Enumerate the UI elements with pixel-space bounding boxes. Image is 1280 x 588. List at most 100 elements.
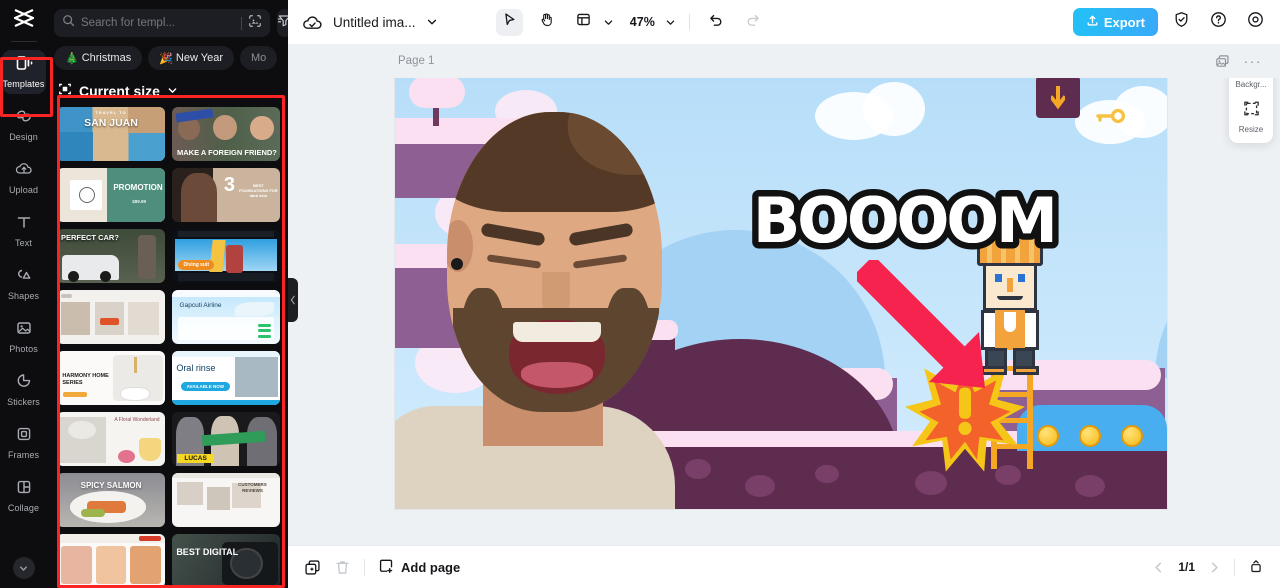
add-square-icon bbox=[378, 558, 394, 577]
template-thumbnail[interactable] bbox=[57, 534, 165, 588]
thumb-title: A Floral Wonderland bbox=[114, 417, 160, 424]
collage-grid-icon bbox=[15, 479, 33, 500]
sidebar-item-design[interactable]: Design bbox=[2, 103, 46, 147]
template-thumbnail[interactable]: Diving suit bbox=[172, 229, 280, 283]
scene-key bbox=[1095, 108, 1126, 131]
capcut-logo-icon[interactable] bbox=[12, 8, 36, 32]
page-label: Page 1 bbox=[398, 55, 435, 67]
template-thumbnail[interactable]: A Floral Wonderland bbox=[57, 412, 165, 466]
present-icon bbox=[1251, 560, 1261, 573]
resize-tool[interactable]: Resize bbox=[1229, 100, 1273, 134]
current-size-dropdown[interactable]: Current size bbox=[47, 70, 288, 107]
chip-christmas[interactable]: 🎄 Christmas bbox=[54, 46, 143, 70]
artboard[interactable]: BOOOOM BOOOOM bbox=[395, 78, 1167, 509]
sidebar-item-shapes[interactable]: Shapes bbox=[2, 262, 46, 306]
chip-label: New Year bbox=[175, 52, 224, 64]
duplicate-image-icon[interactable] bbox=[1215, 54, 1230, 69]
zoom-chevron-down-icon[interactable] bbox=[665, 17, 676, 28]
left-rail: Templates Design Upload Text Shapes Phot… bbox=[0, 0, 47, 588]
template-thumbnail[interactable]: MAKE A FOREIGN FRIEND? bbox=[172, 107, 280, 161]
image-search-icon[interactable] bbox=[248, 14, 262, 33]
export-label: Export bbox=[1103, 14, 1145, 30]
template-thumbnail[interactable]: HARMONY HOME SERIES bbox=[57, 351, 165, 405]
template-thumbnail[interactable]: Oral rinse AVAILABLE NOW bbox=[172, 351, 280, 405]
undo-button[interactable] bbox=[703, 9, 730, 36]
rail-expand-button[interactable] bbox=[12, 557, 35, 579]
more-dots-icon[interactable]: ··· bbox=[1244, 54, 1263, 68]
search-row bbox=[47, 0, 292, 37]
redo-button[interactable] bbox=[740, 9, 767, 36]
chip-new-year[interactable]: 🎉 New Year bbox=[148, 46, 235, 70]
sidebar-item-text[interactable]: Text bbox=[2, 209, 46, 253]
help-button[interactable] bbox=[1205, 9, 1232, 36]
template-thumbnail[interactable]: SAN JUAN TRAVEL TO bbox=[57, 107, 165, 161]
template-thumbnail[interactable]: Gapcuti Airline bbox=[172, 290, 280, 344]
cloud-save-icon[interactable] bbox=[302, 14, 323, 31]
page-navigation: 1/1 bbox=[1152, 558, 1264, 576]
sidebar-item-label: Collage bbox=[7, 503, 40, 513]
sidebar-item-upload[interactable]: Upload bbox=[2, 156, 46, 200]
thumb-title: Gapcuti Airline bbox=[179, 301, 222, 309]
layout-chevron-down-icon[interactable] bbox=[603, 17, 614, 28]
sidebar-item-stickers[interactable]: Stickers bbox=[2, 368, 46, 412]
layout-icon bbox=[576, 12, 591, 32]
panel-collapse-handle[interactable] bbox=[288, 278, 298, 322]
background-tool[interactable]: Backgr... bbox=[1229, 78, 1273, 89]
search-divider bbox=[241, 16, 242, 30]
thumb-title: CUSTOMERS REVIEWS bbox=[238, 481, 267, 493]
prev-page-button[interactable] bbox=[1152, 561, 1165, 574]
hand-tool-button[interactable] bbox=[533, 9, 560, 36]
template-thumbnail[interactable]: 3 BEST FOUNDATIONS FOR dark skin bbox=[172, 168, 280, 222]
thumb-subtitle: $89.99 bbox=[132, 199, 146, 205]
canvas-column: Untitled ima... 47% Export Page 1 ··· BO… bbox=[288, 0, 1280, 588]
sidebar-item-collage[interactable]: Collage bbox=[2, 474, 46, 518]
scene-pebble bbox=[745, 475, 775, 497]
sidebar-item-photos[interactable]: Photos bbox=[2, 315, 46, 359]
filter-chips: 🎄 Christmas 🎉 New Year Mo bbox=[47, 37, 288, 70]
template-thumbnail[interactable]: BEST DIGITAL bbox=[172, 534, 280, 588]
template-thumbnail[interactable]: PERFECT CAR? bbox=[57, 229, 165, 283]
template-thumbnail[interactable]: SPICY SALMON bbox=[57, 473, 165, 527]
template-thumbnail[interactable]: LUCAS bbox=[172, 412, 280, 466]
right-tool-card: Backgr... Resize bbox=[1229, 78, 1273, 143]
photo-head bbox=[447, 112, 662, 412]
thumb-title: PERFECT CAR? bbox=[61, 233, 119, 242]
chip-more[interactable]: Mo bbox=[240, 46, 278, 70]
sidebar-item-frames[interactable]: Frames bbox=[2, 421, 46, 465]
duplicate-page-button[interactable] bbox=[304, 559, 321, 576]
templates-icon bbox=[15, 55, 33, 76]
sidebar-item-label: Frames bbox=[7, 450, 40, 460]
settings-gear-icon bbox=[1247, 11, 1264, 33]
scene-coin bbox=[1079, 425, 1101, 447]
next-page-button[interactable] bbox=[1208, 561, 1221, 574]
canvas-headline[interactable]: BOOOOM BOOOOM bbox=[747, 178, 1065, 265]
template-thumbnail[interactable]: PROMOTION $89.99 bbox=[57, 168, 165, 222]
sidebar-item-label: Text bbox=[15, 238, 32, 248]
sidebar-item-templates[interactable]: Templates bbox=[1, 50, 46, 94]
canvas-photo-man[interactable] bbox=[395, 78, 700, 509]
shield-icon bbox=[1173, 11, 1190, 33]
export-button[interactable]: Export bbox=[1072, 8, 1158, 36]
zoom-level[interactable]: 47% bbox=[630, 15, 655, 29]
present-button[interactable] bbox=[1248, 559, 1264, 575]
thumb-title: Oral rinse bbox=[176, 362, 216, 373]
add-page-button[interactable]: Add page bbox=[378, 558, 460, 577]
chip-label: Christmas bbox=[81, 52, 132, 64]
template-thumbnail[interactable] bbox=[57, 290, 165, 344]
delete-page-button[interactable] bbox=[334, 559, 351, 576]
sidebar-item-label: Shapes bbox=[7, 291, 40, 301]
canvas-stage[interactable]: BOOOOM BOOOOM Backgr... Resize bbox=[288, 78, 1280, 545]
document-title[interactable]: Untitled ima... bbox=[333, 15, 416, 30]
layout-tool-button[interactable] bbox=[570, 9, 597, 36]
template-thumbnail[interactable]: CUSTOMERS REVIEWS bbox=[172, 473, 280, 527]
select-tool-button[interactable] bbox=[495, 8, 523, 36]
chevron-down-icon bbox=[167, 83, 178, 99]
settings-button[interactable] bbox=[1242, 9, 1269, 36]
template-grid: SAN JUAN TRAVEL TO MAKE A FOREIGN FRIEND… bbox=[47, 107, 288, 588]
title-chevron-down-icon[interactable] bbox=[426, 16, 438, 28]
shield-button[interactable] bbox=[1168, 9, 1195, 36]
trash-icon bbox=[336, 560, 349, 574]
search-input-wrap[interactable] bbox=[54, 9, 270, 37]
search-input[interactable] bbox=[81, 17, 235, 29]
chevron-down-icon bbox=[20, 565, 27, 571]
